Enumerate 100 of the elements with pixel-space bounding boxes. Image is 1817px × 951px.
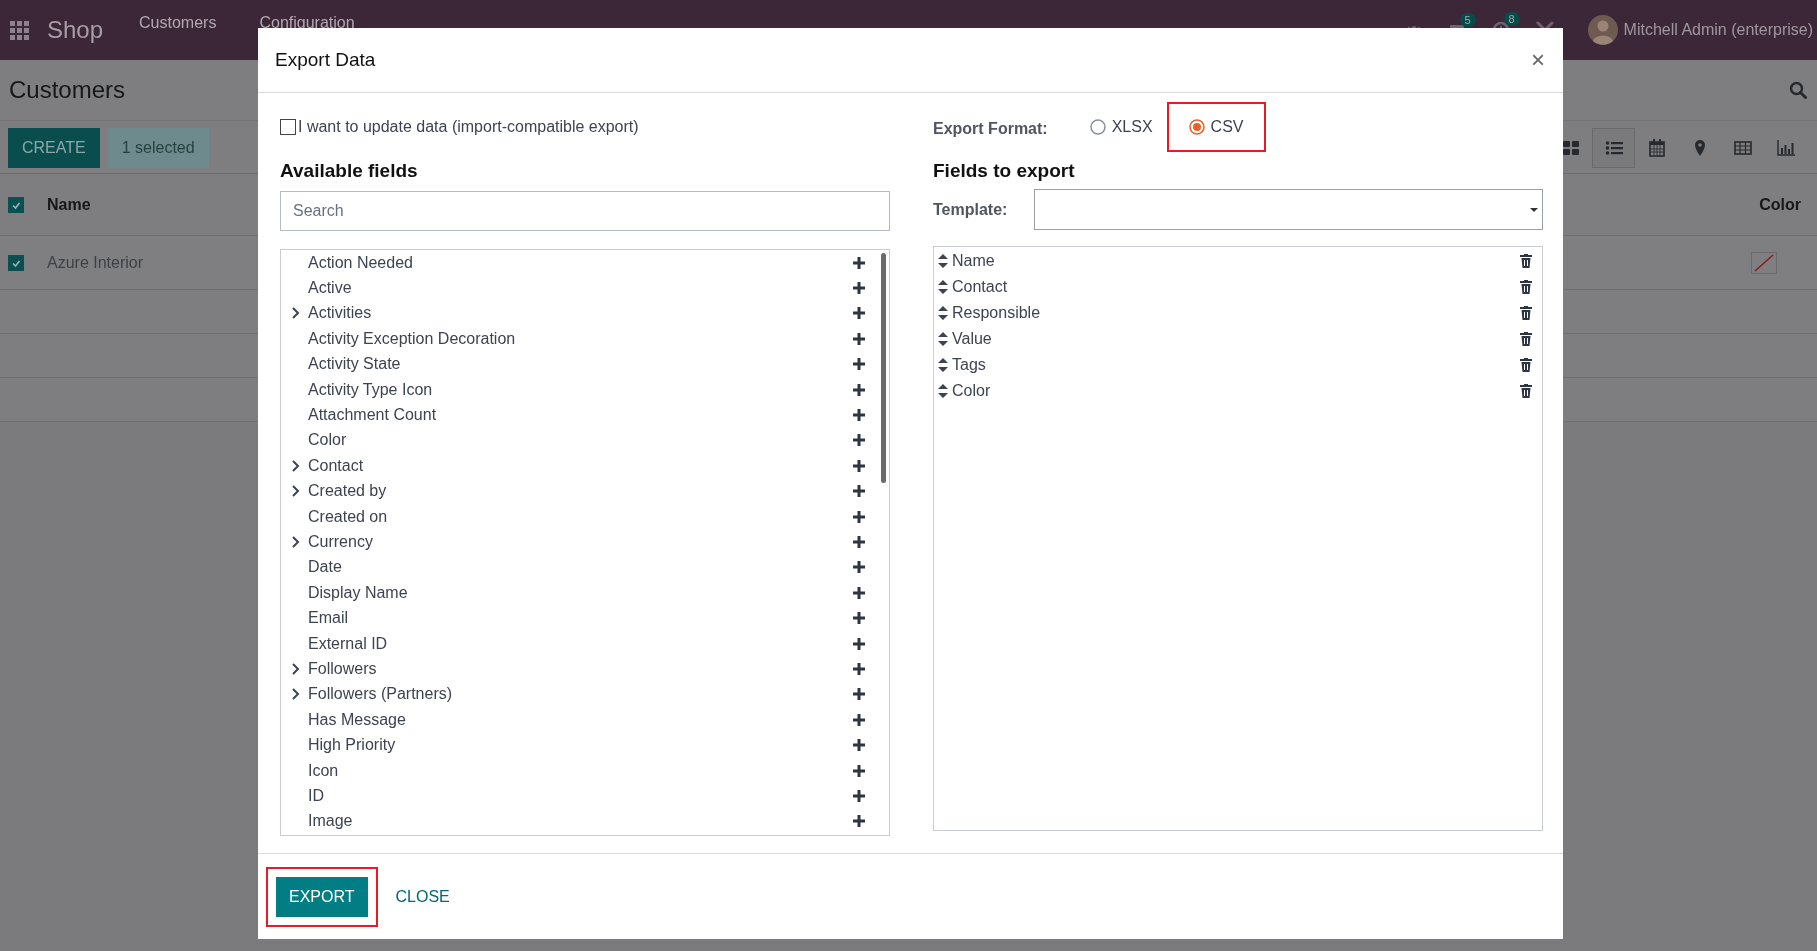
section-heading: Fields to export	[933, 159, 1076, 183]
chevron-icon	[291, 536, 300, 548]
add-icon[interactable]	[853, 612, 865, 625]
chevron-icon	[291, 485, 300, 498]
chevron-icon	[291, 459, 300, 472]
page-title: Customers	[9, 76, 127, 104]
add-icon[interactable]	[853, 815, 865, 828]
count-badge: 8	[1503, 12, 1520, 26]
field-item[interactable]: Display Name	[308, 583, 853, 602]
trash-icon[interactable]	[1520, 384, 1532, 398]
template-label: Template:	[933, 200, 1009, 219]
field-item[interactable]: Followers	[308, 659, 853, 678]
field-item[interactable]: Attachment Count	[308, 406, 853, 425]
add-icon[interactable]	[853, 510, 865, 523]
field-item[interactable]: High Priority	[308, 736, 853, 755]
field-item[interactable]: Has Message	[308, 710, 853, 729]
color-swatch-icon	[1751, 251, 1777, 274]
list-view-icon	[1604, 138, 1623, 157]
add-icon[interactable]	[853, 256, 865, 269]
add-icon[interactable]	[853, 764, 865, 777]
field-item[interactable]: ID	[308, 786, 853, 805]
create-button[interactable]: CREATE	[8, 127, 100, 168]
format-radio[interactable]: XLSX	[1075, 102, 1167, 152]
field-item[interactable]: Followers (Partners)	[308, 685, 853, 704]
export-field[interactable]: Color	[952, 382, 1520, 400]
add-icon[interactable]	[853, 586, 865, 599]
add-icon[interactable]	[853, 789, 865, 802]
close-link[interactable]: CLOSE	[387, 887, 458, 906]
add-icon[interactable]	[853, 332, 865, 345]
trash-icon[interactable]	[1520, 254, 1532, 268]
bar-chart-icon	[1776, 138, 1795, 157]
field-item[interactable]: Activity State	[308, 355, 853, 374]
radio-icon	[1089, 119, 1106, 135]
column-header[interactable]: Name	[47, 195, 91, 214]
export-field[interactable]: Value	[952, 330, 1520, 348]
apps-menu-icon[interactable]	[10, 20, 29, 40]
add-icon[interactable]	[853, 282, 865, 295]
add-icon[interactable]	[853, 713, 865, 726]
add-icon[interactable]	[853, 358, 865, 371]
checkbox-label[interactable]: I want to update data (import-compatible export)	[298, 118, 639, 136]
search-field[interactable]: Search	[280, 191, 890, 231]
field-item[interactable]: Activity Exception Decoration	[308, 329, 853, 348]
add-icon[interactable]	[853, 561, 865, 574]
radio-icon	[1188, 119, 1205, 135]
table-view-icon	[1733, 138, 1752, 157]
field-item[interactable]: Date	[308, 558, 853, 577]
field-item[interactable]: Action Needed	[308, 253, 853, 272]
field-item[interactable]: Created by	[308, 482, 853, 501]
sort-icon	[938, 254, 948, 268]
chevron-icon	[291, 688, 300, 701]
add-icon[interactable]	[853, 409, 865, 422]
export-field[interactable]: Name	[952, 252, 1520, 270]
add-icon[interactable]	[853, 637, 865, 650]
field-item[interactable]: Created on	[308, 507, 853, 526]
menu-item[interactable]: Configuration	[259, 14, 355, 32]
export-field[interactable]: Responsible	[952, 304, 1520, 322]
add-icon[interactable]	[853, 688, 865, 701]
trash-icon[interactable]	[1520, 358, 1532, 372]
close-button[interactable]: ×	[1531, 46, 1545, 74]
dialog-title: Export Data	[275, 49, 376, 71]
field-item[interactable]: Contact	[308, 456, 853, 475]
column-header[interactable]: Color	[1759, 195, 1801, 214]
count-badge: 5	[1459, 12, 1476, 27]
field-item[interactable]: Image	[308, 812, 853, 831]
field-item[interactable]: Icon	[308, 761, 853, 780]
app-name[interactable]: Shop	[47, 16, 104, 44]
add-icon[interactable]	[853, 662, 865, 675]
search-icon	[1789, 81, 1807, 99]
menu-item[interactable]: Customers	[139, 14, 217, 32]
add-icon[interactable]	[853, 485, 865, 498]
field-item[interactable]: Active	[308, 279, 853, 298]
table-cell: Azure Interior	[47, 253, 144, 272]
field-item[interactable]: Activity Type Icon	[308, 380, 853, 399]
export-button[interactable]: EXPORT	[276, 876, 368, 917]
view-switch-button[interactable]	[1592, 127, 1635, 168]
user-name[interactable]: Mitchell Admin (enterprise)	[1623, 21, 1813, 39]
trash-icon[interactable]	[1520, 306, 1532, 320]
field-item[interactable]: Activities	[308, 304, 853, 323]
export-field[interactable]: Tags	[952, 356, 1520, 374]
checkbox[interactable]	[8, 196, 24, 213]
checkbox[interactable]	[8, 254, 24, 271]
format-radio[interactable]: CSV	[1166, 102, 1266, 152]
add-icon[interactable]	[853, 383, 865, 396]
add-icon[interactable]	[853, 307, 865, 320]
field-item[interactable]: Email	[308, 609, 853, 628]
add-icon[interactable]	[853, 739, 865, 752]
trash-icon[interactable]	[1520, 280, 1532, 294]
add-icon[interactable]	[853, 459, 865, 472]
sort-icon	[938, 358, 948, 372]
checkbox[interactable]	[280, 119, 296, 135]
field-item[interactable]: Currency	[308, 533, 853, 551]
scrollbar[interactable]	[881, 253, 886, 483]
template-select[interactable]	[1034, 189, 1543, 230]
field-item[interactable]: External ID	[308, 634, 853, 653]
trash-icon[interactable]	[1520, 332, 1532, 346]
export-field[interactable]: Contact	[952, 278, 1520, 296]
field-item[interactable]: Color	[308, 431, 853, 450]
avatar-icon	[1587, 15, 1618, 45]
add-icon[interactable]	[853, 536, 865, 548]
add-icon[interactable]	[853, 434, 865, 447]
